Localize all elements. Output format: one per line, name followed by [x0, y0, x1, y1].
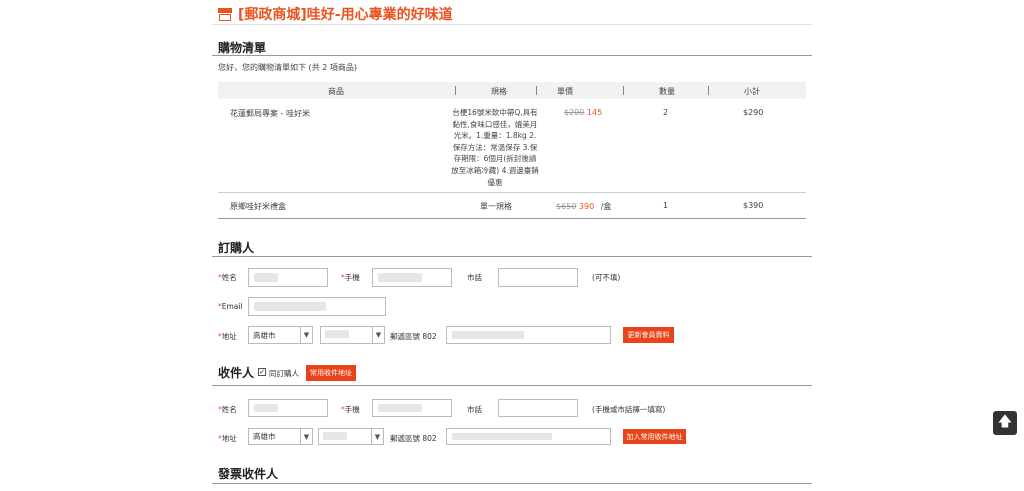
row-divider — [218, 192, 806, 193]
buyer-mobile-label: *手機 — [341, 273, 360, 282]
cart-table-header: 商品 規格 單價 數量 小計 — [218, 82, 806, 99]
buyer-phone-input[interactable] — [498, 268, 578, 287]
cart-item-qty: 1 — [663, 201, 669, 210]
cart-item-name[interactable]: 花蓮郵局專案 - 哇好米 — [230, 108, 310, 119]
original-price: $650 — [556, 202, 577, 211]
buyer-name-label: *姓名 — [218, 273, 237, 282]
receiver-section-divider — [212, 385, 812, 386]
col-separator — [708, 86, 709, 95]
receiver-district-select[interactable]: ▼ — [318, 428, 384, 445]
buyer-mobile-input[interactable] — [372, 268, 452, 287]
buyer-city-select[interactable]: 高雄市 ▼ — [248, 326, 313, 344]
buyer-address-input[interactable] — [446, 326, 611, 344]
store-header: [郵政商城]哇好-用心專業的好味道 — [218, 4, 453, 24]
col-separator — [536, 86, 537, 95]
cart-item-spec: 單一規格 — [480, 202, 512, 211]
original-price: $200 — [564, 108, 585, 117]
receiver-phone-input[interactable] — [498, 399, 578, 417]
buyer-section-title: 訂購人 — [218, 241, 255, 255]
cart-item-price: $200 145 — [564, 108, 602, 117]
cart-item-subtotal: $290 — [743, 108, 764, 117]
buyer-email-input[interactable] — [248, 297, 386, 316]
cart-section-divider — [212, 55, 812, 56]
cart-greeting: 您好，您的購物清單如下 (共 2 項商品) — [218, 63, 357, 72]
cart-item-name[interactable]: 原鄉哇好米禮盒 — [230, 201, 286, 212]
buyer-email-label: *Email — [218, 302, 243, 311]
store-title[interactable]: [郵政商城]哇好-用心專業的好味道 — [238, 4, 453, 24]
buyer-name-input[interactable] — [248, 268, 328, 287]
receiver-mobile-input[interactable] — [372, 399, 452, 417]
row-divider — [218, 218, 806, 219]
receiver-mobile-label: *手機 — [341, 405, 360, 414]
col-product: 商品 — [328, 87, 344, 96]
add-common-address-button[interactable]: 加入常用收件地址 — [623, 429, 686, 444]
arrow-up-icon: 🡅 — [997, 414, 1013, 430]
same-as-buyer-label[interactable]: 同訂購人 — [269, 368, 299, 379]
receiver-address-label: *地址 — [218, 434, 237, 443]
scroll-top-button[interactable]: 🡅 — [993, 411, 1017, 435]
col-subtotal: 小計 — [744, 87, 760, 96]
header-divider — [212, 24, 812, 25]
col-separator — [623, 86, 624, 95]
receiver-name-label: *姓名 — [218, 405, 237, 414]
buyer-district-select[interactable]: ▼ — [320, 326, 385, 344]
receiver-address-input[interactable] — [446, 428, 611, 445]
receiver-phone-hint: (手機或市話擇一填寫) — [592, 405, 666, 414]
cart-item-spec: 台梗16號米軟中帶Q,具有黏性,食味口感佳，媲美月光米。1.重量：1.8kg 2… — [451, 108, 539, 187]
cart-section-title: 購物清單 — [218, 41, 267, 55]
price-unit: /盒 — [600, 202, 612, 211]
col-qty: 數量 — [659, 87, 675, 96]
receiver-city-select[interactable]: 高雄市 ▼ — [248, 428, 313, 445]
shop-icon — [218, 7, 232, 21]
common-address-button[interactable]: 常用收件地址 — [306, 365, 356, 381]
same-as-buyer-checkbox[interactable]: ✓ — [258, 368, 266, 376]
chevron-down-icon: ▼ — [371, 429, 383, 444]
chevron-down-icon: ▼ — [300, 429, 312, 444]
invoice-section-divider — [212, 483, 812, 484]
col-separator — [455, 86, 456, 95]
invoice-section-title: 發票收件人 — [218, 467, 279, 481]
receiver-section-title: 收件人 — [218, 366, 255, 380]
receiver-phone-label: 市話 — [467, 405, 482, 414]
buyer-phone-label: 市話 — [467, 273, 482, 282]
cart-item-price: $650 390 /盒 — [556, 201, 611, 212]
cart-item-qty: 2 — [663, 108, 669, 117]
col-spec: 規格 — [491, 87, 507, 96]
chevron-down-icon: ▼ — [300, 327, 312, 343]
col-price: 單價 — [557, 87, 573, 96]
update-member-button[interactable]: 更新會員資料 — [623, 327, 674, 343]
receiver-zip: 郵遞區號 802 — [390, 434, 437, 443]
buyer-address-label: *地址 — [218, 332, 237, 341]
buyer-section-divider — [212, 256, 812, 257]
chevron-down-icon: ▼ — [372, 327, 384, 343]
sale-price: 390 — [578, 202, 595, 211]
sale-price: 145 — [586, 108, 603, 117]
receiver-name-input[interactable] — [248, 399, 328, 417]
buyer-phone-hint: (可不填) — [592, 273, 621, 282]
buyer-zip: 郵遞區號 802 — [390, 332, 437, 341]
cart-item-subtotal: $390 — [743, 201, 764, 210]
